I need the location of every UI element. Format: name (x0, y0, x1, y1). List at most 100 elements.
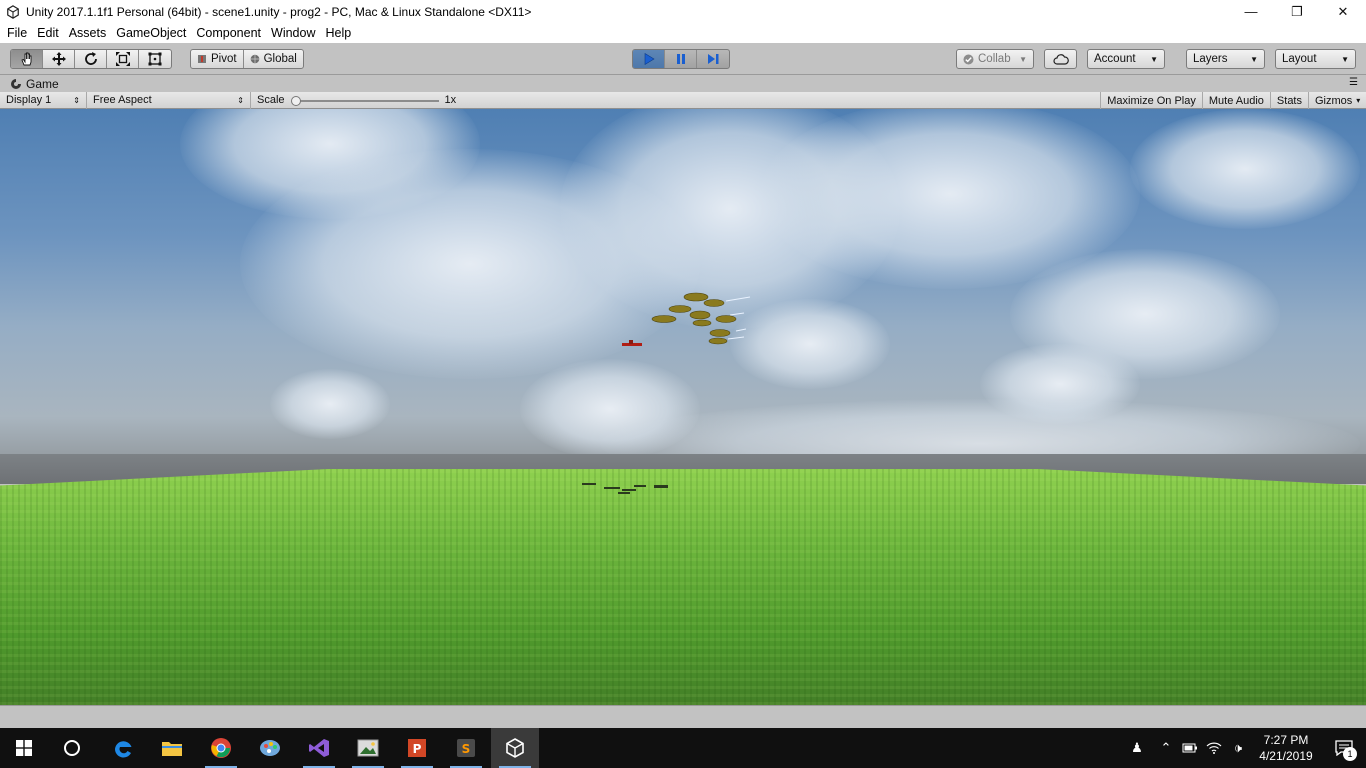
game-view-toolbar: Display 1 ⇕ Free Aspect ⇕ Scale 1x Maxim… (0, 91, 1366, 109)
scale-tool-button[interactable] (107, 50, 139, 68)
powerpoint-icon: P (408, 739, 426, 757)
pivot-label: Pivot (211, 53, 237, 65)
mute-label: Mute Audio (1208, 94, 1264, 107)
gizmos-dropdown[interactable]: Gizmos ▾ (1308, 92, 1366, 109)
maximize-on-play-toggle[interactable]: Maximize On Play (1100, 92, 1202, 109)
taskbar-edge[interactable] (99, 728, 147, 768)
global-label: Global (263, 53, 297, 65)
menu-help[interactable]: Help (320, 26, 356, 40)
minimize-button[interactable]: — (1228, 0, 1274, 23)
stats-toggle[interactable]: Stats (1269, 92, 1308, 109)
cortana-icon (64, 740, 80, 756)
menu-file[interactable]: File (2, 26, 32, 40)
flock-objects (651, 292, 751, 345)
notification-count-badge: 1 (1343, 747, 1357, 761)
chevron-down-icon: ▼ (1019, 54, 1027, 64)
scale-slider-handle[interactable] (290, 95, 301, 106)
folder-icon (162, 742, 182, 756)
global-button[interactable]: Global (244, 50, 303, 68)
checkmark-icon (963, 54, 974, 64)
mute-audio-toggle[interactable]: Mute Audio (1201, 92, 1270, 109)
hand-tool-button[interactable] (11, 50, 43, 68)
display-label: Display 1 (6, 94, 52, 106)
taskbar-sublime-text[interactable]: S (442, 728, 490, 768)
menu-window[interactable]: Window (266, 26, 320, 40)
pause-button[interactable] (665, 50, 697, 68)
maximize-label: Maximize On Play (1107, 94, 1196, 107)
taskbar-file-explorer[interactable] (148, 728, 196, 768)
tab-game[interactable]: Game (4, 76, 65, 92)
menu-assets[interactable]: Assets (64, 26, 112, 40)
play-button[interactable] (633, 50, 665, 68)
restore-button[interactable]: ❐ (1274, 0, 1320, 23)
move-tool-icon (51, 52, 66, 66)
taskbar-unity[interactable] (491, 728, 539, 768)
layout-dropdown[interactable]: Layout ▼ (1275, 49, 1356, 69)
step-button[interactable] (697, 50, 729, 68)
chevron-up-icon[interactable]: ⌃ (1154, 728, 1178, 768)
chevron-down-icon: ▼ (1250, 54, 1258, 64)
layers-dropdown[interactable]: Layers ▼ (1186, 49, 1265, 69)
scale-value: 1x (444, 94, 457, 106)
play-icon (644, 52, 655, 66)
scale-slider[interactable] (290, 92, 439, 109)
taskbar-clock[interactable]: 7:27 PM 4/21/2019 (1250, 732, 1322, 764)
close-icon: ✕ (1337, 3, 1349, 19)
stats-label: Stats (1276, 94, 1302, 107)
menu-component[interactable]: Component (191, 26, 266, 40)
minimize-icon: — (1244, 4, 1258, 19)
taskbar-paint[interactable] (246, 728, 294, 768)
hand-tool-icon (20, 52, 31, 66)
transform-tools (10, 49, 172, 69)
battery-icon[interactable] (1178, 728, 1202, 768)
action-center-button[interactable]: 1 (1322, 728, 1366, 768)
taskbar-photo-viewer[interactable] (344, 728, 392, 768)
restore-icon: ❐ (1291, 3, 1303, 19)
chevron-down-icon: ▼ (1150, 54, 1158, 64)
pivot-global-group: Pivot Global (190, 49, 304, 69)
menu-gameobject[interactable]: GameObject (111, 26, 191, 40)
rotate-tool-button[interactable] (75, 50, 107, 68)
aspect-dropdown[interactable]: Free Aspect ⇕ (87, 91, 251, 109)
scale-tool-icon (115, 52, 130, 66)
chevron-down-icon: ▾ (1356, 96, 1361, 105)
taskbar-chrome[interactable] (197, 728, 245, 768)
updown-arrow-icon: ⇕ (73, 95, 80, 105)
chevron-down-icon: ▼ (1341, 54, 1349, 64)
pivot-icon (198, 55, 206, 63)
taskbar-powerpoint[interactable]: P (393, 728, 441, 768)
pause-icon (676, 54, 685, 64)
start-button[interactable] (0, 728, 48, 768)
globe-icon (250, 54, 259, 64)
cloud (1130, 109, 1360, 229)
cloud-icon (1052, 53, 1069, 65)
layout-label: Layout (1282, 53, 1317, 65)
windows-logo-icon (16, 740, 32, 756)
windows-taskbar: P S ♟ ⌃ 🕩 7:27 PM 4/21/2019 1 (0, 728, 1366, 768)
wifi-icon[interactable] (1202, 728, 1226, 768)
collab-dropdown[interactable]: Collab ▼ (956, 49, 1034, 69)
window-titlebar: Unity 2017.1.1f1 Personal (64bit) - scen… (0, 0, 1366, 23)
taskbar-search[interactable] (48, 728, 96, 768)
pivot-button[interactable]: Pivot (191, 50, 244, 68)
panel-tab-row: Game ☰ (0, 76, 1366, 92)
taskbar-visual-studio[interactable] (295, 728, 343, 768)
ground-shadows (582, 483, 668, 494)
people-icon[interactable]: ♟ (1120, 728, 1154, 768)
move-tool-button[interactable] (43, 50, 75, 68)
account-dropdown[interactable]: Account ▼ (1087, 49, 1165, 69)
game-view-canvas[interactable] (0, 109, 1366, 705)
display-dropdown[interactable]: Display 1 ⇕ (0, 91, 87, 109)
panel-menu-icon[interactable]: ☰ (1349, 77, 1358, 88)
layers-label: Layers (1193, 53, 1228, 65)
close-button[interactable]: ✕ (1320, 0, 1366, 23)
player-object (622, 340, 642, 346)
rect-tool-button[interactable] (139, 50, 171, 68)
step-icon (708, 54, 719, 64)
volume-icon[interactable]: 🕩 (1226, 728, 1250, 768)
menu-edit[interactable]: Edit (32, 26, 64, 40)
cloud-button[interactable] (1044, 49, 1077, 69)
visual-studio-icon (309, 739, 329, 757)
gizmos-label: Gizmos (1315, 94, 1353, 107)
unity-logo-icon (506, 738, 524, 758)
